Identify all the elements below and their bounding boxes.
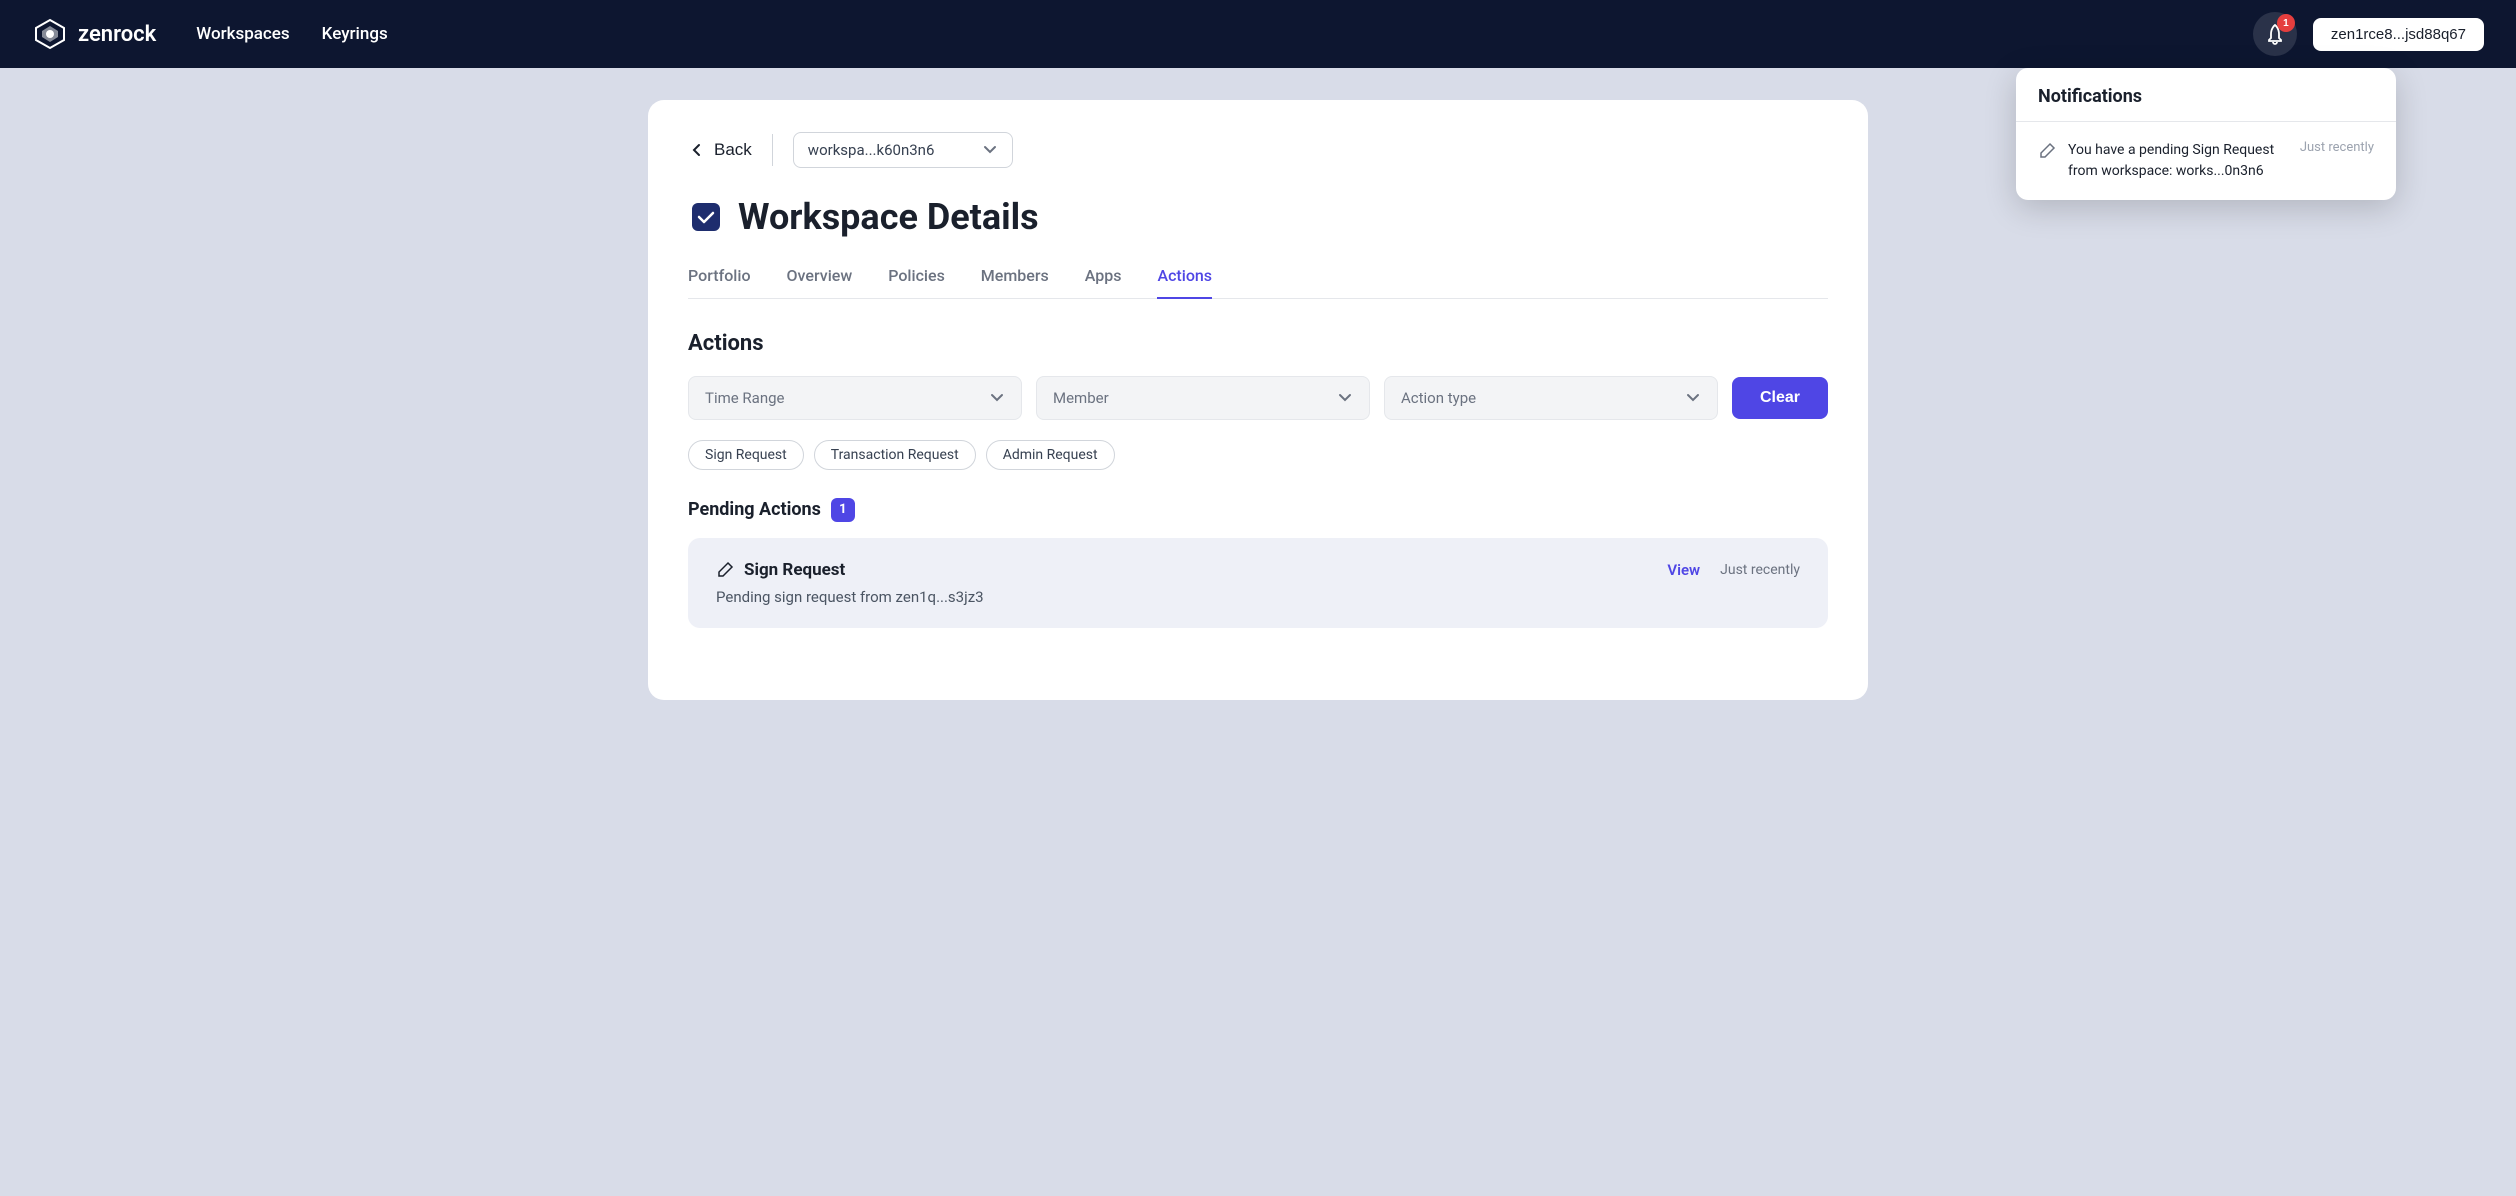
notifications-dropdown: Notifications You have a pending Sign Re… [2016, 68, 2396, 200]
back-arrow-icon [688, 141, 706, 159]
back-button[interactable]: Back [688, 140, 752, 160]
notification-time: Just recently [2300, 140, 2374, 155]
action-card: Sign Request View Just recently Pending … [688, 538, 1828, 628]
notifications-button[interactable]: 1 [2253, 12, 2297, 56]
action-type-filter[interactable]: Action type [1384, 376, 1718, 420]
notification-text: You have a pending Sign Request from wor… [2068, 140, 2288, 182]
member-filter[interactable]: Member [1036, 376, 1370, 420]
time-range-filter[interactable]: Time Range [688, 376, 1022, 420]
topnav-right: 1 zen1rce8...jsd88q67 [2253, 12, 2484, 56]
section-title: Actions [688, 331, 1828, 356]
time-range-label: Time Range [705, 389, 785, 407]
chevron-down-icon [1337, 390, 1353, 406]
action-card-meta: View Just recently [1667, 561, 1800, 579]
filters-row: Time Range Member Action type Clear [688, 376, 1828, 420]
member-label: Member [1053, 389, 1109, 407]
chevron-down-icon [989, 390, 1005, 406]
tab-apps[interactable]: Apps [1085, 266, 1122, 299]
divider [772, 134, 773, 166]
notifications-title: Notifications [2016, 68, 2396, 122]
wallet-button[interactable]: zen1rce8...jsd88q67 [2313, 18, 2484, 51]
view-link[interactable]: View [1667, 561, 1700, 579]
action-type-label: Action type [1401, 389, 1476, 407]
notification-item: You have a pending Sign Request from wor… [2016, 122, 2396, 200]
action-time: Just recently [1720, 562, 1800, 578]
action-card-title: Sign Request [716, 560, 845, 580]
notif-badge: 1 [2277, 14, 2295, 32]
action-card-desc: Pending sign request from zen1q...s3jz3 [716, 588, 1800, 606]
nav-keyrings[interactable]: Keyrings [322, 24, 388, 44]
logo-icon [32, 16, 68, 52]
chip-admin-request[interactable]: Admin Request [986, 440, 1115, 470]
chip-sign-request[interactable]: Sign Request [688, 440, 804, 470]
logo: zenrock [32, 16, 156, 52]
workspace-selector[interactable]: workspa...k60n3n6 [793, 132, 1013, 168]
pending-title-row: Pending Actions 1 [688, 498, 1828, 522]
topnav: zenrock Workspaces Keyrings 1 zen1rce8..… [0, 0, 2516, 68]
chip-transaction-request[interactable]: Transaction Request [814, 440, 976, 470]
tabs: Portfolio Overview Policies Members Apps… [688, 266, 1828, 299]
tab-policies[interactable]: Policies [888, 266, 945, 299]
top-controls: Back workspa...k60n3n6 [688, 132, 1828, 168]
nav-workspaces[interactable]: Workspaces [196, 24, 289, 44]
sign-request-icon [716, 561, 734, 579]
action-card-header: Sign Request View Just recently [716, 560, 1800, 580]
tab-actions[interactable]: Actions [1157, 266, 1212, 299]
pending-badge: 1 [831, 498, 855, 522]
logo-text: zenrock [78, 22, 156, 47]
clear-button[interactable]: Clear [1732, 377, 1828, 419]
topnav-links: Workspaces Keyrings [196, 24, 2253, 44]
chevron-down-icon [1685, 390, 1701, 406]
pending-title: Pending Actions [688, 499, 821, 520]
tab-overview[interactable]: Overview [787, 266, 853, 299]
chevron-down-icon [982, 142, 998, 158]
page-title-row: Workspace Details [688, 196, 1828, 238]
edit-icon [2038, 142, 2056, 160]
main-wrapper: Back workspa...k60n3n6 Workspace Details… [608, 68, 1908, 732]
workspace-selector-value: workspa...k60n3n6 [808, 141, 972, 159]
tab-members[interactable]: Members [981, 266, 1049, 299]
tab-portfolio[interactable]: Portfolio [688, 266, 751, 299]
workspace-icon [688, 199, 724, 235]
chips-row: Sign Request Transaction Request Admin R… [688, 440, 1828, 470]
main-card: Back workspa...k60n3n6 Workspace Details… [648, 100, 1868, 700]
page-title: Workspace Details [738, 196, 1039, 238]
